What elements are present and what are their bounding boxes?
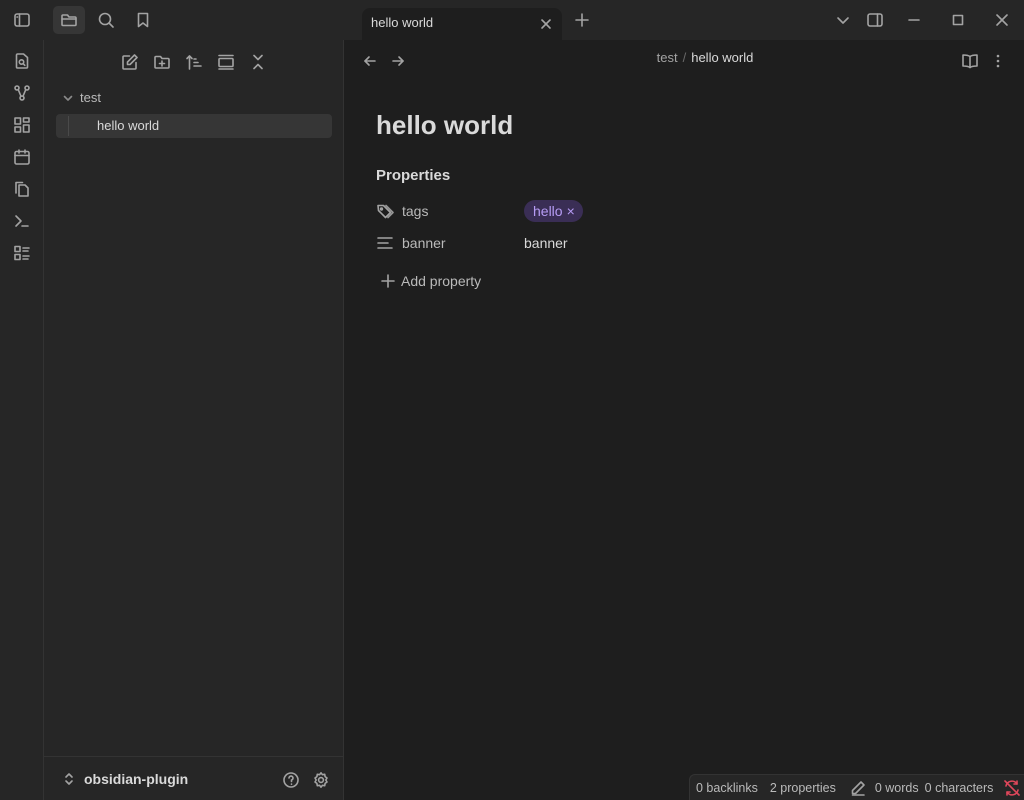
tab-title: hello world xyxy=(371,15,434,30)
maximize-icon xyxy=(952,14,964,26)
property-row-banner[interactable]: banner banner xyxy=(376,230,896,258)
open-daily-note-button[interactable] xyxy=(10,145,34,169)
folder-icon xyxy=(61,14,77,27)
close-tab-button[interactable] xyxy=(536,14,556,34)
property-row-tags[interactable]: tags hello × xyxy=(376,198,896,226)
folder-plus-icon xyxy=(154,55,170,69)
new-note-button[interactable] xyxy=(117,50,143,74)
properties-count[interactable]: 2 properties xyxy=(764,781,842,795)
close-icon xyxy=(996,14,1008,26)
more-vertical-icon xyxy=(996,54,1000,68)
open-graph-view-button[interactable] xyxy=(10,81,34,105)
title-bar: hello world xyxy=(0,0,1024,40)
maximize-window-button[interactable] xyxy=(942,6,974,34)
text-align-left-icon xyxy=(377,237,393,249)
edit-icon xyxy=(122,54,138,70)
vault-switcher-bar: obsidian-plugin xyxy=(44,756,343,800)
toggle-left-sidebar-button[interactable] xyxy=(6,6,38,34)
bookmark-icon xyxy=(137,12,149,28)
folder-name: test xyxy=(80,90,101,105)
remove-tag-button[interactable]: × xyxy=(567,203,575,219)
add-property-label: Add property xyxy=(401,273,482,289)
chevron-down-icon xyxy=(837,17,849,24)
terminal-icon xyxy=(15,215,29,227)
book-open-icon xyxy=(962,54,978,69)
status-bar: 0 backlinks 2 properties 0 words 0 chara… xyxy=(689,774,1024,800)
files-tab-button[interactable] xyxy=(53,6,85,34)
bookmarks-tab-button[interactable] xyxy=(127,6,159,34)
open-canvas-button[interactable] xyxy=(10,113,34,137)
minimize-window-button[interactable] xyxy=(898,6,930,34)
search-icon xyxy=(98,12,114,28)
property-key-banner[interactable]: banner xyxy=(402,235,446,251)
chevrons-down-up-icon xyxy=(253,54,263,70)
backlinks-count[interactable]: 0 backlinks xyxy=(690,781,764,795)
breadcrumb-folder[interactable]: test xyxy=(657,50,678,65)
new-folder-button[interactable] xyxy=(149,50,175,74)
close-window-button[interactable] xyxy=(986,6,1018,34)
change-sort-order-button[interactable] xyxy=(181,50,207,74)
sidebar-left-icon xyxy=(14,13,30,27)
editor-pane: test / hello world hello world Properties … xyxy=(345,40,1024,800)
vault-name[interactable]: obsidian-plugin xyxy=(84,771,188,787)
minimize-icon xyxy=(908,19,920,21)
file-explorer-sidebar: test hello world obsidian-plugin xyxy=(44,40,344,800)
plus-icon xyxy=(381,274,395,288)
reading-view-button[interactable] xyxy=(959,50,981,72)
files-icon xyxy=(15,181,29,197)
more-options-button[interactable] xyxy=(987,50,1009,72)
folder-item-test[interactable]: test xyxy=(58,88,332,110)
open-quick-switcher-button[interactable] xyxy=(10,49,34,73)
chevrons-up-down-icon[interactable] xyxy=(62,772,76,786)
collapse-all-button[interactable] xyxy=(245,50,271,74)
pencil-icon[interactable] xyxy=(850,780,866,796)
file-name: hello world xyxy=(97,118,160,133)
breadcrumb-file[interactable]: hello world xyxy=(691,50,753,65)
breadcrumb-separator: / xyxy=(682,50,687,65)
calendar-icon xyxy=(14,149,30,165)
open-command-palette-button[interactable] xyxy=(10,209,34,233)
tab-list-dropdown-button[interactable] xyxy=(827,6,859,34)
layout-dashboard-icon xyxy=(14,117,30,133)
properties-heading[interactable]: Properties xyxy=(376,167,450,184)
note-tab[interactable]: hello world xyxy=(362,8,562,40)
toggle-right-sidebar-button[interactable] xyxy=(859,6,891,34)
tag-label: hello xyxy=(533,203,563,219)
close-icon xyxy=(541,19,551,29)
search-tab-button[interactable] xyxy=(90,6,122,34)
settings-button[interactable] xyxy=(310,769,332,791)
auto-reveal-file-button[interactable] xyxy=(213,50,239,74)
chevron-down-icon xyxy=(63,95,73,101)
sidebar-right-icon xyxy=(867,13,883,27)
plus-icon xyxy=(575,13,589,27)
help-button[interactable] xyxy=(280,769,302,791)
file-search-icon xyxy=(15,53,29,69)
breadcrumb: test / hello world xyxy=(345,50,1024,65)
list-checks-icon xyxy=(14,245,30,261)
property-value-banner[interactable]: banner xyxy=(524,235,568,251)
word-count: 0 words xyxy=(874,780,919,795)
property-key-tags[interactable]: tags xyxy=(402,203,428,219)
file-item-hello-world[interactable]: hello world xyxy=(56,114,332,138)
tag-pill[interactable]: hello × xyxy=(524,200,583,222)
tags-icon xyxy=(377,204,394,219)
character-count: 0 characters xyxy=(924,780,994,795)
indent-guide xyxy=(68,116,69,136)
insert-template-button[interactable] xyxy=(10,177,34,201)
help-circle-icon xyxy=(283,772,299,788)
bases-button[interactable] xyxy=(10,241,34,265)
gear-icon xyxy=(314,772,328,788)
graph-icon xyxy=(14,85,30,101)
sync-error-icon[interactable] xyxy=(1003,779,1021,797)
new-tab-button[interactable] xyxy=(566,6,598,34)
add-property-button[interactable]: Add property xyxy=(380,270,481,292)
gallery-vertical-icon xyxy=(218,54,234,70)
sort-icon xyxy=(186,55,202,70)
ribbon xyxy=(0,40,44,800)
note-title[interactable]: hello world xyxy=(376,110,513,141)
